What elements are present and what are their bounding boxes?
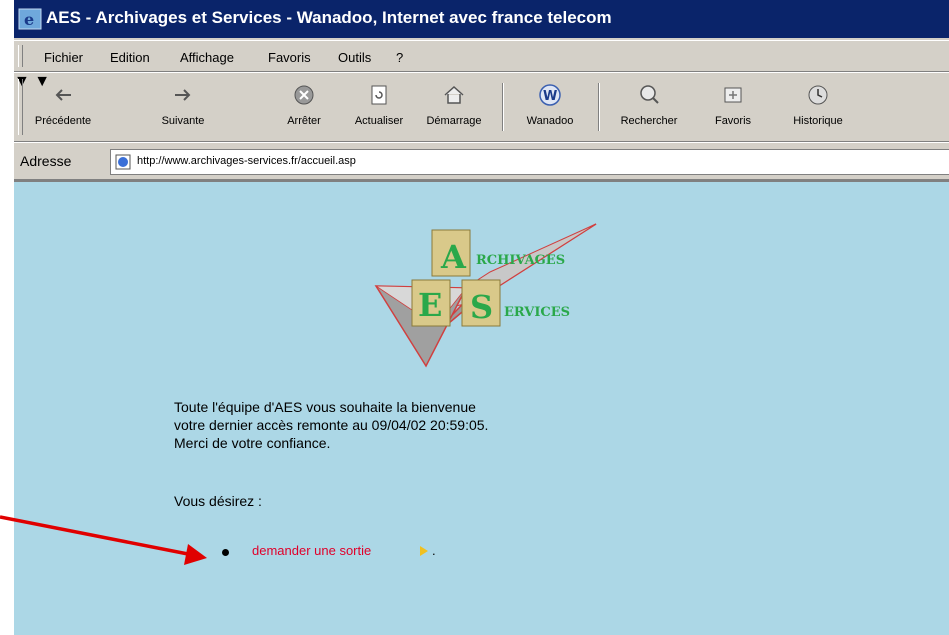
menubar-grip: [18, 45, 23, 67]
home-button[interactable]: Démarrage: [414, 79, 494, 137]
link-period: .: [432, 543, 436, 558]
toolbar-separator: [598, 83, 600, 131]
welcome-line-1: Toute l'équipe d'AES vous souhaite la bi…: [174, 399, 476, 415]
welcome-line-3: Merci de votre confiance.: [174, 435, 331, 451]
address-url: http://www.archivages-services.fr/accuei…: [137, 155, 356, 167]
wanadoo-icon: W: [539, 84, 561, 106]
forward-arrow-icon: [175, 89, 191, 101]
wanadoo-button[interactable]: W Wanadoo: [510, 79, 590, 137]
logo-letter-s: S: [470, 288, 493, 326]
request-exit-link[interactable]: demander une sortie: [252, 543, 371, 558]
stop-label: Arrêter: [287, 115, 321, 127]
stop-icon: [294, 85, 314, 105]
address-field[interactable]: http://www.archivages-services.fr/accuei…: [110, 149, 949, 175]
refresh-button[interactable]: Actualiser: [344, 79, 414, 137]
menu-edition[interactable]: Edition: [110, 50, 150, 65]
forward-label: Suivante: [161, 115, 205, 127]
title-bar: e AES - Archivages et Services - Wanadoo…: [14, 0, 949, 38]
page-icon: [115, 154, 131, 170]
back-label: Précédente: [34, 115, 92, 127]
history-icon: [808, 85, 828, 105]
refresh-label: Actualiser: [354, 115, 404, 127]
search-button[interactable]: Rechercher: [604, 79, 694, 137]
menu-help[interactable]: ?: [396, 50, 403, 65]
menu-outils[interactable]: Outils: [338, 50, 371, 65]
logo-letter-e: E: [418, 286, 442, 324]
toolbar: Précédente ▼ Suivante ▼ Arrêter Actualis…: [14, 72, 949, 142]
history-label: Historique: [793, 115, 843, 127]
search-label: Rechercher: [620, 115, 678, 127]
yellow-arrow-icon: [420, 546, 428, 556]
favorites-icon: [724, 87, 742, 103]
wanadoo-label: Wanadoo: [526, 115, 574, 127]
welcome-line-2: votre dernier accès remonte au 09/04/02 …: [174, 417, 489, 433]
logo-text-rchivages: RCHIVAGES: [476, 253, 565, 268]
bullet-icon: [222, 549, 229, 556]
home-icon: [444, 85, 464, 104]
toolbar-grip: [18, 79, 23, 135]
window-title: AES - Archivages et Services - Wanadoo, …: [46, 8, 612, 27]
menu-favoris[interactable]: Favoris: [268, 50, 311, 65]
search-icon: [640, 85, 659, 104]
toolbar-separator: [502, 83, 504, 131]
address-label: Adresse: [20, 153, 72, 169]
ie-app-icon: e: [18, 8, 42, 30]
back-button[interactable]: Précédente: [28, 79, 98, 137]
aes-logo[interactable]: A RCHIVAGES E S ERVICES: [366, 216, 606, 376]
favorites-label: Favoris: [714, 115, 752, 127]
forward-button[interactable]: Suivante: [148, 79, 218, 137]
prompt-text: Vous désirez :: [174, 493, 262, 509]
logo-letter-a: A: [440, 238, 467, 276]
browser-window: e AES - Archivages et Services - Wanadoo…: [14, 0, 949, 635]
favorites-button[interactable]: Favoris: [698, 79, 768, 137]
menu-affichage[interactable]: Affichage: [180, 50, 234, 65]
logo-text-ervices: ERVICES: [504, 305, 570, 320]
menu-bar: Fichier Edition Affichage Favoris Outils…: [14, 40, 949, 72]
svg-text:e: e: [24, 10, 34, 29]
page-content: A RCHIVAGES E S ERVICES Toute l'équipe d…: [14, 180, 949, 635]
menu-fichier[interactable]: Fichier: [44, 50, 83, 65]
stop-button[interactable]: Arrêter: [274, 79, 334, 137]
back-arrow-icon: [55, 89, 71, 101]
address-bar: Adresse http://www.archivages-services.f…: [14, 142, 949, 180]
svg-text:W: W: [543, 89, 557, 104]
history-button[interactable]: Historique: [778, 79, 858, 137]
refresh-icon: [371, 85, 387, 105]
home-label: Démarrage: [426, 115, 482, 127]
